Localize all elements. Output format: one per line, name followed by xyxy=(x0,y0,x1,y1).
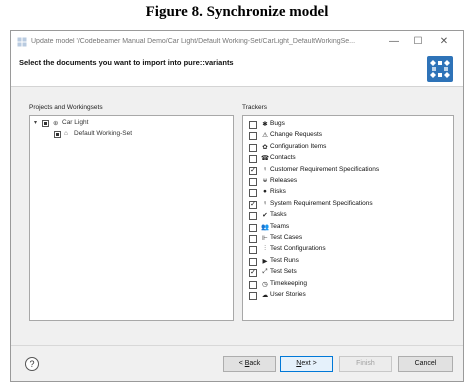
tracker-checkbox[interactable] xyxy=(249,280,257,289)
tracker-label: Customer Requirement Specifications xyxy=(270,165,380,173)
tracker-checkbox-checked[interactable]: ✓ xyxy=(249,269,257,278)
tracker-label: Change Requests xyxy=(270,131,323,139)
tracker-item[interactable]: ⚠ Change Requests xyxy=(249,131,449,142)
tracker-checkbox[interactable] xyxy=(249,155,257,164)
help-button[interactable]: ? xyxy=(25,357,39,371)
tree-checkbox-car-light[interactable] xyxy=(42,120,49,127)
tracker-item[interactable]: ⫶ Test Configurations xyxy=(249,245,449,256)
phone-icon: ☎ xyxy=(261,155,270,163)
tracker-label: Test Sets xyxy=(270,268,297,276)
warning-icon: ⚠ xyxy=(262,132,268,140)
tracker-item[interactable]: ✔ Tasks xyxy=(249,211,449,222)
bomb-icon: ● xyxy=(263,188,267,196)
tracker-item[interactable]: ☎ Contacts xyxy=(249,154,449,165)
project-icon: ⊕ xyxy=(53,120,59,127)
check-icon: ✔ xyxy=(262,212,268,220)
cancel-button[interactable]: Cancel xyxy=(398,356,453,372)
working-set-icon: ⌂ xyxy=(64,130,68,137)
tree-node-car-light[interactable]: ▾ ⊕ Car Light xyxy=(34,119,224,130)
tree-checkbox-working-set[interactable] xyxy=(54,131,61,138)
tracker-checkbox[interactable] xyxy=(249,235,257,243)
gear-icon: ✿ xyxy=(262,143,268,151)
close-button[interactable]: ✕ xyxy=(437,35,451,49)
update-model-dialog: Update model '/Codebeamer Manual Demo/Ca… xyxy=(10,30,464,382)
tracker-label: Bugs xyxy=(270,120,285,127)
tracker-checkbox[interactable] xyxy=(249,143,257,152)
tracker-checkbox[interactable] xyxy=(249,178,257,186)
bulb-icon: ♀ xyxy=(262,199,268,207)
tracker-item[interactable]: ✓ ♀ System Requirement Specifications xyxy=(249,200,449,211)
tracker-checkbox-checked[interactable]: ✓ xyxy=(249,200,257,209)
next-button[interactable]: Next > xyxy=(280,356,333,372)
back-label: ack xyxy=(249,360,261,367)
tree-label-working-set: Default Working-Set xyxy=(74,130,133,137)
tracker-label: Releases xyxy=(270,177,298,184)
app-icon xyxy=(17,37,27,47)
tracker-item[interactable]: ● Risks xyxy=(249,188,449,199)
tracker-label: Timekeeping xyxy=(270,279,307,287)
test-case-icon: ⊩ xyxy=(262,235,268,242)
bug-icon: ✱ xyxy=(262,121,268,128)
tracker-checkbox[interactable] xyxy=(249,246,257,255)
logo-icon xyxy=(430,60,450,78)
chevron-down-icon[interactable]: ▾ xyxy=(34,119,37,126)
tracker-checkbox[interactable] xyxy=(249,257,257,266)
tracker-checkbox[interactable] xyxy=(249,223,257,232)
trackers-label: Trackers xyxy=(242,104,268,111)
tracker-label: Contacts xyxy=(270,154,296,162)
tracker-item[interactable]: ▶ Test Runs xyxy=(249,257,449,268)
header-instruction: Select the documents you want to import … xyxy=(19,58,234,67)
cloud-icon: ☁ xyxy=(261,292,269,299)
play-icon: ▶ xyxy=(262,257,268,265)
tracker-item[interactable]: ✓ ♀ Customer Requirement Specifications xyxy=(249,166,449,177)
next-label: ext > xyxy=(301,360,317,367)
tree-node-working-set[interactable]: ⌂ Default Working-Set xyxy=(50,130,230,141)
minimize-button[interactable]: — xyxy=(387,35,401,49)
tracker-label: Configuration Items xyxy=(270,142,327,150)
test-config-icon: ⫶ xyxy=(264,245,266,253)
tracker-checkbox[interactable] xyxy=(249,292,257,300)
footer-divider xyxy=(11,345,463,346)
tracker-checkbox[interactable] xyxy=(249,132,257,141)
tracker-label: System Requirement Specifications xyxy=(270,199,373,207)
tracker-label: Risks xyxy=(270,188,286,196)
tracker-label: Test Cases xyxy=(270,234,303,241)
tracker-label: User Stories xyxy=(270,291,306,298)
tracker-item[interactable]: ⊩ Test Cases xyxy=(249,234,449,245)
tracker-label: Test Configurations xyxy=(270,245,326,253)
pure-variants-logo xyxy=(427,56,453,82)
window-title: Update model '/Codebeamer Manual Demo/Ca… xyxy=(31,38,356,45)
back-button[interactable]: < Back xyxy=(223,356,276,372)
tracker-item[interactable]: ✓ ⤢ Test Sets xyxy=(249,268,449,279)
projects-tree[interactable]: ▾ ⊕ Car Light ⌂ Default Working-Set xyxy=(29,115,234,321)
tracker-checkbox[interactable] xyxy=(249,121,257,129)
figure-caption: Figure 8. Synchronize model xyxy=(145,4,329,20)
tracker-checkbox[interactable] xyxy=(249,189,257,198)
tree-label-car-light: Car Light xyxy=(62,119,89,126)
tracker-checkbox[interactable] xyxy=(249,212,257,221)
tracker-item[interactable]: ✱ Bugs xyxy=(249,120,449,131)
clock-icon: ◷ xyxy=(262,280,268,288)
tracker-label: Tasks xyxy=(270,211,287,219)
tracker-label: Test Runs xyxy=(270,256,299,264)
tracker-item[interactable]: ☁ User Stories xyxy=(249,291,449,302)
tracker-checkbox-checked[interactable]: ✓ xyxy=(249,166,257,175)
bulb-icon: ♀ xyxy=(262,165,268,173)
tracker-item[interactable]: ᵾ Releases xyxy=(249,177,449,188)
projects-label: Projects and Workingsets xyxy=(29,104,103,111)
trackers-list[interactable]: ✱ Bugs ⚠ Change Requests ✿ Configuration Item… xyxy=(242,115,454,321)
title-bar[interactable]: Update model '/Codebeamer Manual Demo/Ca… xyxy=(11,31,463,53)
maximize-button[interactable]: ☐ xyxy=(411,35,425,49)
finish-button[interactable]: Finish xyxy=(339,356,392,372)
tracker-label: Teams xyxy=(270,222,290,230)
test-set-icon: ⤢ xyxy=(262,268,268,276)
team-icon: 👥 xyxy=(261,223,270,231)
tracker-item[interactable]: ✿ Configuration Items xyxy=(249,143,449,154)
tracker-item[interactable]: ◷ Timekeeping xyxy=(249,280,449,291)
release-icon: ᵾ xyxy=(263,177,267,184)
wizard-header: Select the documents you want to import … xyxy=(11,53,463,87)
tracker-item[interactable]: 👥 Teams xyxy=(249,223,449,234)
